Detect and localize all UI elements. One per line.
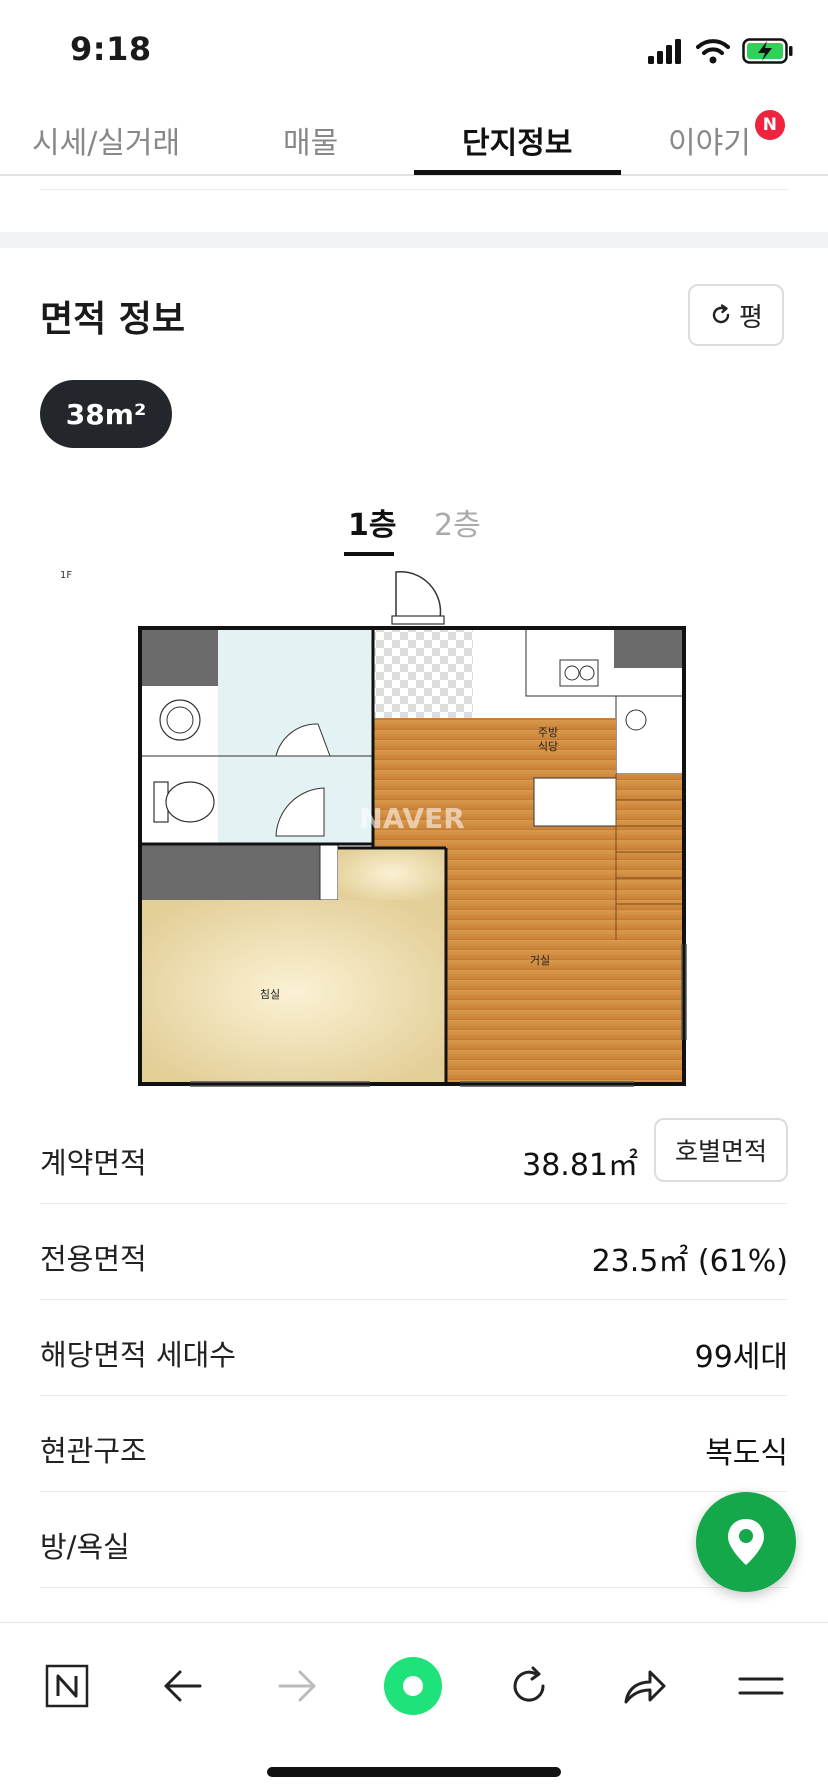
back-button[interactable] [148,1651,218,1721]
floor-plan-image: 1F 주방 식당 거실 침실 NAVER [60,570,687,1087]
status-bar: 9:18 [0,0,828,100]
floor-tab-indicator [344,552,394,556]
info-row-exclusive-area: 전용면적 23.5㎡ (61%) [40,1204,788,1300]
info-label: 전용면적 [40,1242,147,1276]
arrow-right-icon [278,1670,316,1702]
room-label-dining: 식당 [538,740,558,753]
tab-story[interactable]: 이야기N [668,110,785,162]
info-row-contract-area: 계약면적 38.81㎡ 호별면적 [40,1108,788,1204]
divider [40,189,788,190]
tab-complex-info[interactable]: 단지정보 [462,118,572,162]
info-row-rooms-baths: 방/욕실 [40,1492,788,1588]
refresh-icon [712,304,730,324]
info-label: 계약면적 [40,1146,147,1180]
unit-toggle-label: 평 [739,302,763,333]
naver-n-icon [45,1664,89,1708]
refresh-button[interactable] [494,1651,564,1721]
cellular-signal-icon [648,39,681,64]
share-button[interactable] [610,1651,680,1721]
status-time: 9:18 [70,30,152,68]
map-location-button[interactable] [696,1492,796,1592]
info-value: 99세대 [694,1340,788,1375]
green-dot-icon [384,1657,442,1715]
new-badge: N [754,110,785,140]
info-label: 방/욕실 [40,1530,130,1564]
room-label-living: 거실 [530,954,550,967]
active-tab-indicator [414,170,621,175]
area-chip-38[interactable]: 38m² [40,380,172,448]
status-icons [648,36,794,66]
hamburger-menu-icon [738,1677,784,1695]
info-label: 해당면적 세대수 [40,1338,236,1372]
forward-button[interactable] [262,1651,332,1721]
tab-price[interactable]: 시세/실거래 [32,118,180,162]
info-value: 38.81㎡ [522,1148,638,1183]
section-title: 면적 정보 [40,299,186,340]
info-label: 현관구조 [40,1434,147,1468]
home-indicator [267,1767,561,1777]
room-label-bedroom: 침실 [260,988,280,1001]
room-label-kitchen: 주방 [538,726,558,739]
green-dot-button[interactable] [378,1651,448,1721]
map-pin-icon [728,1519,764,1565]
floor-tab-2[interactable]: 2층 [434,500,481,544]
battery-charging-icon [742,38,793,64]
info-value: 복도식 [705,1436,788,1471]
info-row-entrance-type: 현관구조 복도식 [40,1396,788,1492]
floorplan-corner-label: 1F [60,570,72,581]
detail-tabs: 시세/실거래 매물 단지정보 이야기N [0,100,828,176]
share-arrow-icon [624,1670,666,1704]
floor-tab-1[interactable]: 1층 [348,500,396,544]
tab-story-label: 이야기 [668,126,751,161]
naver-home-button[interactable] [32,1651,102,1721]
browser-toolbar [0,1622,828,1792]
tab-listings[interactable]: 매물 [283,118,338,162]
refresh-icon [513,1666,545,1702]
info-row-household-count: 해당면적 세대수 99세대 [40,1300,788,1396]
naver-watermark: NAVER [359,802,465,835]
arrow-left-icon [164,1670,202,1702]
section-separator [0,232,828,248]
menu-button[interactable] [726,1651,796,1721]
wifi-icon [696,39,730,64]
unit-toggle-button[interactable]: 평 [688,284,784,346]
unit-area-button[interactable]: 호별면적 [654,1118,788,1182]
info-value: 23.5㎡ (61%) [591,1244,788,1279]
